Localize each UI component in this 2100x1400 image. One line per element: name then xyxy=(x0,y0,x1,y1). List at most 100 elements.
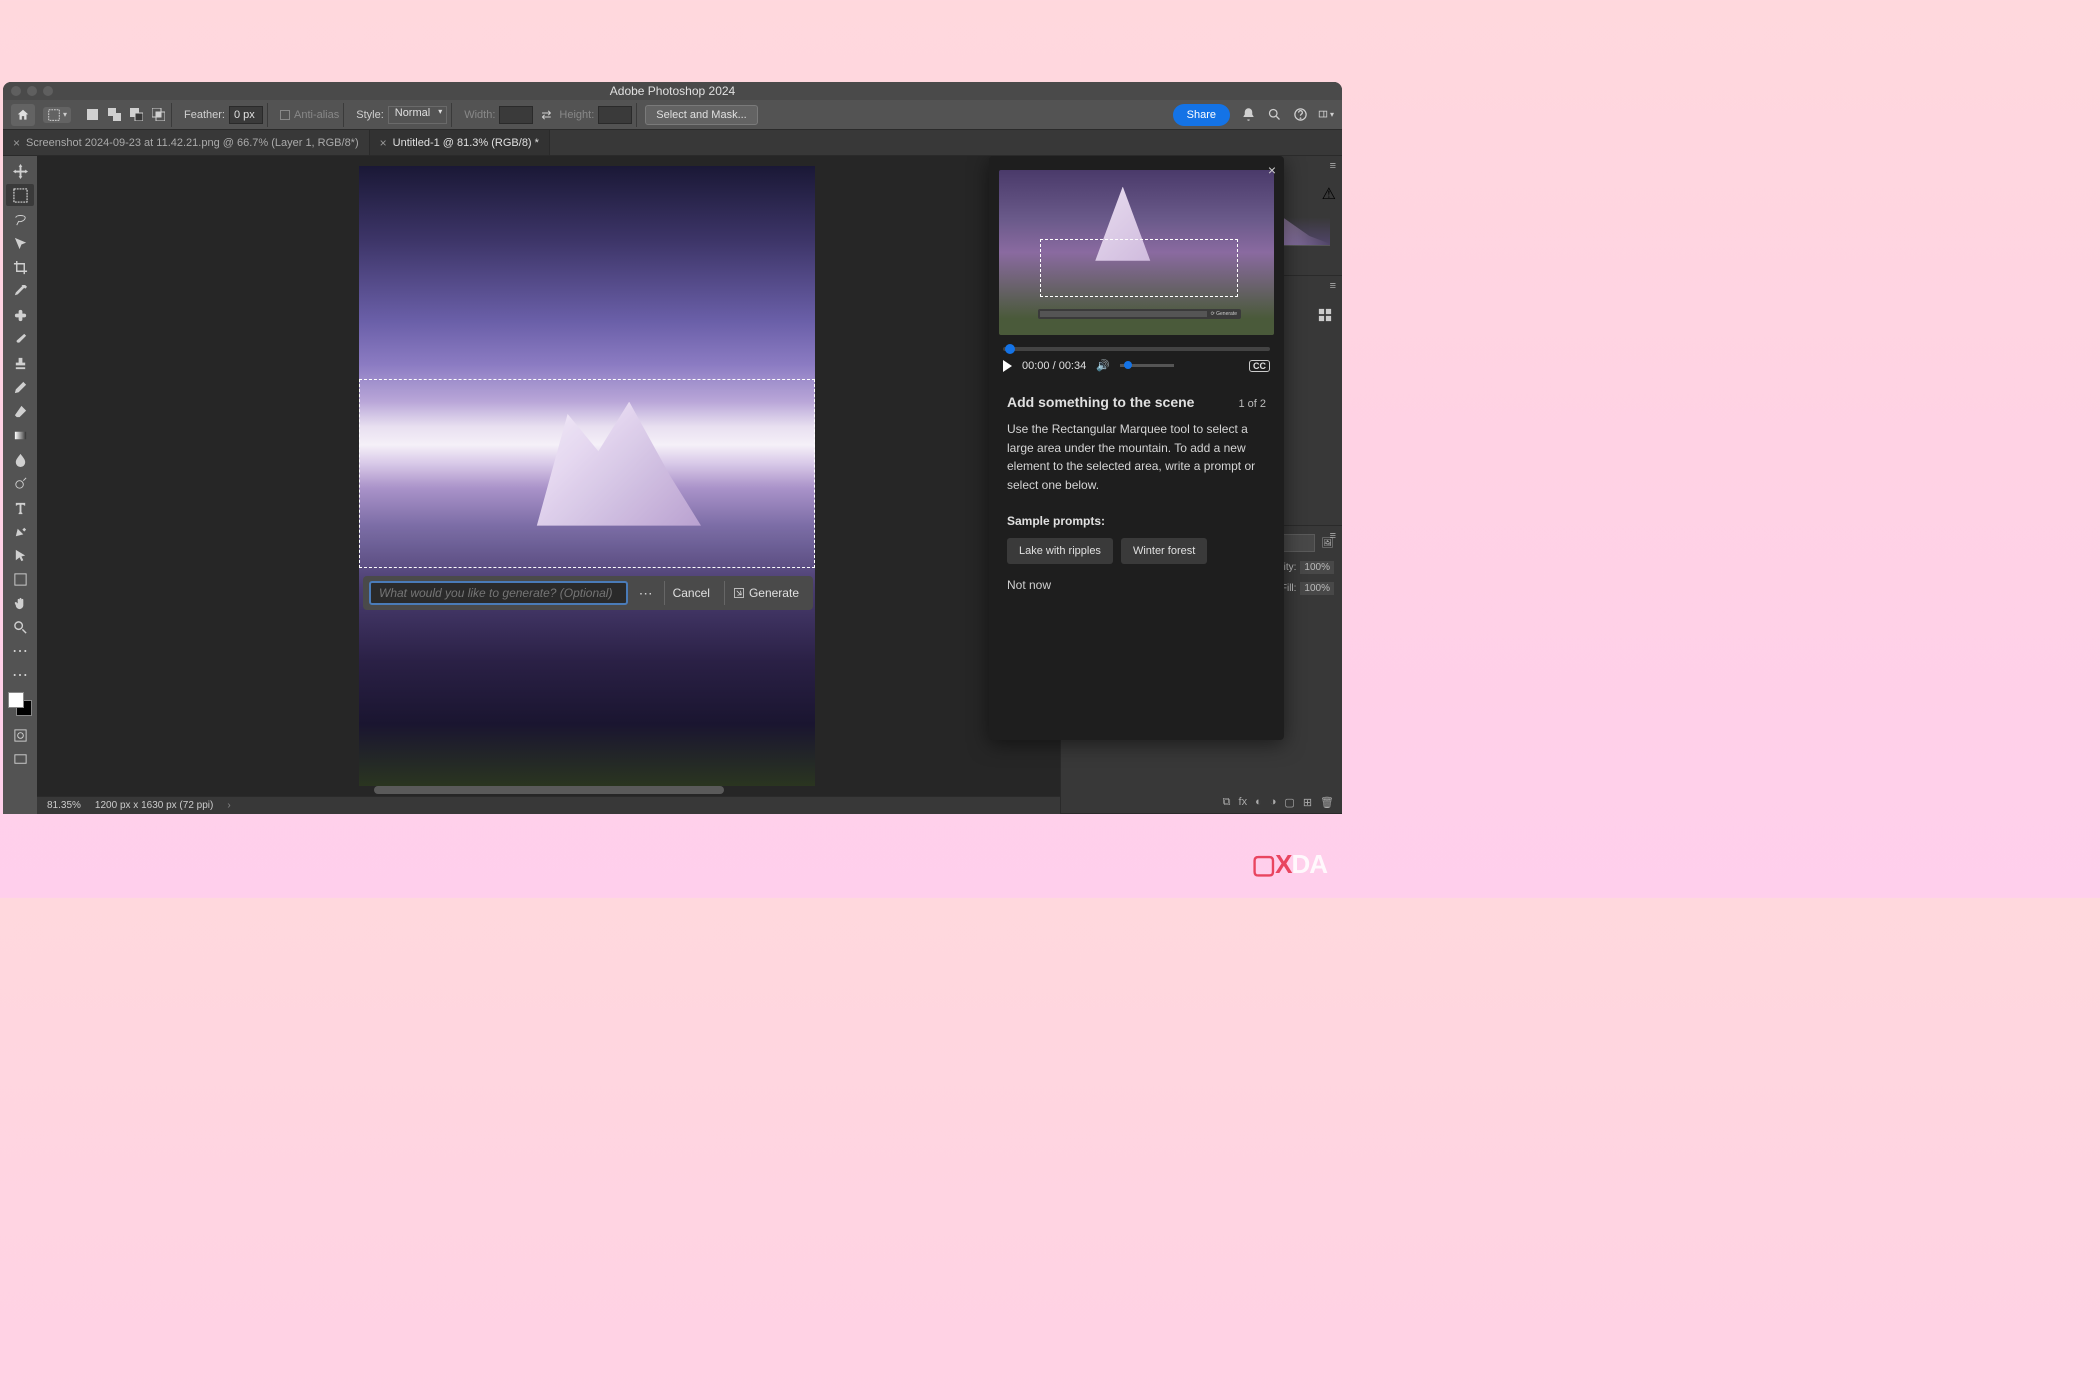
swap-dimensions-icon[interactable]: ⇄ xyxy=(537,106,555,124)
fill-value[interactable]: 100% xyxy=(1300,582,1334,595)
status-more-icon[interactable]: › xyxy=(227,800,230,811)
quick-mask-icon[interactable] xyxy=(6,724,34,746)
shape-tool[interactable] xyxy=(6,568,34,590)
volume-slider[interactable] xyxy=(1120,364,1174,367)
more-options-icon[interactable]: ⋯ xyxy=(634,585,658,602)
select-and-mask-button[interactable]: Select and Mask... xyxy=(645,105,758,125)
pen-tool[interactable] xyxy=(6,520,34,542)
play-icon[interactable] xyxy=(1003,360,1012,372)
new-layer-icon[interactable]: ⊞ xyxy=(1303,796,1312,809)
canvas-viewport[interactable]: ⋯ Cancel Generate xyxy=(37,156,1060,796)
antialias-checkbox xyxy=(280,110,290,120)
help-icon[interactable] xyxy=(1292,107,1308,123)
brush-tool[interactable] xyxy=(6,328,34,350)
video-scrubber[interactable] xyxy=(1003,347,1270,351)
blur-tool[interactable] xyxy=(6,448,34,470)
titlebar: Adobe Photoshop 2024 xyxy=(3,82,1342,100)
eyedropper-tool[interactable] xyxy=(6,280,34,302)
intersect-selection-icon[interactable] xyxy=(149,106,167,124)
color-swatches[interactable] xyxy=(8,692,32,716)
close-icon[interactable] xyxy=(11,86,21,96)
style-select[interactable]: Normal ▾ xyxy=(388,106,447,124)
stamp-tool[interactable] xyxy=(6,352,34,374)
edit-toolbar-icon[interactable]: ⋯ xyxy=(6,640,34,662)
adjustment-icon[interactable]: ◑ xyxy=(1270,796,1277,809)
hand-tool[interactable] xyxy=(6,592,34,614)
feather-input[interactable] xyxy=(229,106,263,124)
layers-footer: ⧉ fx ◐ ◑ ▢ ⊞ 🗑 xyxy=(1069,796,1334,809)
subtract-selection-icon[interactable] xyxy=(127,106,145,124)
captions-button[interactable]: CC xyxy=(1249,360,1270,372)
more-tools-icon[interactable]: ⋯ xyxy=(6,664,34,686)
add-selection-icon[interactable] xyxy=(105,106,123,124)
panel-menu-icon[interactable]: ≡ xyxy=(1330,530,1336,542)
zoom-level[interactable]: 81.35% xyxy=(47,800,81,811)
horizontal-scrollbar[interactable] xyxy=(374,786,724,794)
tutorial-video-thumbnail[interactable]: ⟳ Generate xyxy=(999,170,1274,335)
link-layers-icon[interactable]: ⧉ xyxy=(1223,796,1231,809)
style-label: Style: xyxy=(356,109,384,121)
volume-icon[interactable]: 🔊 xyxy=(1096,359,1110,372)
foreground-color-swatch[interactable] xyxy=(8,692,24,708)
fx-icon[interactable]: fx xyxy=(1239,796,1248,809)
eraser-tool[interactable] xyxy=(6,400,34,422)
lasso-tool[interactable] xyxy=(6,208,34,230)
tutorial-description: Use the Rectangular Marquee tool to sele… xyxy=(1007,420,1266,494)
close-icon[interactable]: × xyxy=(1268,162,1276,178)
status-bar: 81.35% 1200 px x 1630 px (72 ppi) › xyxy=(37,796,1060,814)
sample-prompt-chip[interactable]: Winter forest xyxy=(1121,538,1207,564)
traffic-lights xyxy=(11,86,53,96)
move-tool[interactable] xyxy=(6,160,34,182)
app-title: Adobe Photoshop 2024 xyxy=(610,84,735,98)
path-select-tool[interactable] xyxy=(6,544,34,566)
app-window: Adobe Photoshop 2024 ▾ Feather: Anti-ali… xyxy=(3,82,1342,814)
screen-mode-icon[interactable] xyxy=(6,748,34,770)
close-icon[interactable]: × xyxy=(13,136,20,150)
document-tab[interactable]: × Untitled-1 @ 81.3% (RGB/8) * xyxy=(370,130,550,155)
new-selection-icon[interactable] xyxy=(83,106,101,124)
zoom-tool[interactable] xyxy=(6,616,34,638)
width-input xyxy=(499,106,533,124)
not-now-link[interactable]: Not now xyxy=(1007,578,1266,592)
group-icon[interactable]: ▢ xyxy=(1284,796,1294,809)
canvas-area: ⋯ Cancel Generate 81.35% 1200 px x 1630 … xyxy=(37,156,1060,814)
heal-tool[interactable] xyxy=(6,304,34,326)
video-time: 00:00 / 00:34 xyxy=(1022,360,1086,372)
cancel-button[interactable]: Cancel xyxy=(664,581,718,605)
maximize-icon[interactable] xyxy=(43,86,53,96)
generate-prompt-input[interactable] xyxy=(369,581,628,605)
opacity-value[interactable]: 100% xyxy=(1300,561,1334,574)
share-button[interactable]: Share xyxy=(1173,104,1230,126)
history-brush-tool[interactable] xyxy=(6,376,34,398)
generate-button[interactable]: Generate xyxy=(724,581,807,605)
type-tool[interactable] xyxy=(6,496,34,518)
document-tab[interactable]: × Screenshot 2024-09-23 at 11.42.21.png … xyxy=(3,130,370,155)
tab-label: Screenshot 2024-09-23 at 11.42.21.png @ … xyxy=(26,137,359,149)
marquee-tool-selector[interactable]: ▾ xyxy=(43,107,71,123)
crop-tool[interactable] xyxy=(6,256,34,278)
close-icon[interactable]: × xyxy=(380,136,387,150)
dodge-tool[interactable] xyxy=(6,472,34,494)
grid-view-icon[interactable] xyxy=(1318,308,1332,327)
mask-icon[interactable]: ◐ xyxy=(1255,796,1262,809)
main-area: ⋯ ⋯ ⋯ Cancel Gen xyxy=(3,156,1342,814)
minimize-icon[interactable] xyxy=(27,86,37,96)
options-bar: ▾ Feather: Anti-alias Style: Normal ▾ Wi… xyxy=(3,100,1342,130)
panel-menu-icon[interactable]: ≡ xyxy=(1330,160,1336,172)
video-controls: 00:00 / 00:34 🔊 CC xyxy=(989,351,1284,380)
home-button[interactable] xyxy=(11,104,35,126)
panel-menu-icon[interactable]: ≡ xyxy=(1330,280,1336,292)
delete-icon[interactable]: 🗑 xyxy=(1320,796,1334,809)
sample-prompts-label: Sample prompts: xyxy=(1007,514,1266,528)
quick-select-tool[interactable] xyxy=(6,232,34,254)
workspace-icon[interactable]: ▾ xyxy=(1318,107,1334,123)
sample-prompt-chip[interactable]: Lake with ripples xyxy=(1007,538,1113,564)
bell-icon[interactable] xyxy=(1240,107,1256,123)
selection-marquee xyxy=(359,379,815,568)
tutorial-panel: × ⟳ Generate 00:00 / 00:34 🔊 CC xyxy=(989,156,1284,740)
gradient-tool[interactable] xyxy=(6,424,34,446)
generative-fill-bar: ⋯ Cancel Generate xyxy=(363,576,813,610)
tab-label: Untitled-1 @ 81.3% (RGB/8) * xyxy=(393,137,539,149)
search-icon[interactable] xyxy=(1266,107,1282,123)
marquee-tool[interactable] xyxy=(6,184,34,206)
